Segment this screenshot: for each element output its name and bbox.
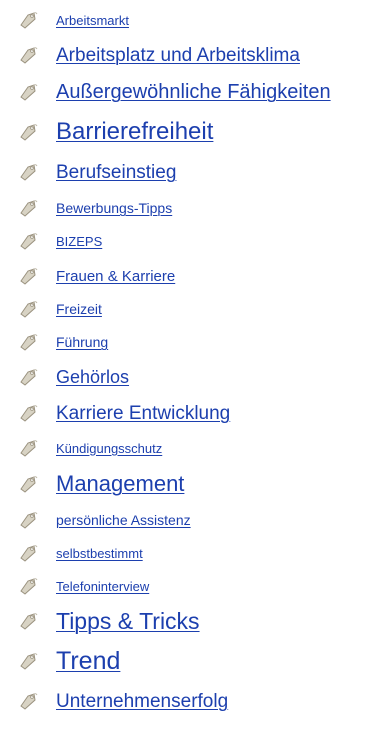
tag-item: Gehörlos	[18, 365, 129, 389]
tag-item: Tipps & Tricks	[18, 609, 200, 633]
tag-link[interactable]: Freizeit	[56, 302, 102, 316]
tag-icon	[18, 266, 38, 286]
tag-link[interactable]: Unternehmenserfolg	[56, 692, 228, 711]
tag-icon	[18, 299, 38, 319]
tag-link[interactable]: Tipps & Tricks	[56, 609, 200, 633]
tag-icon	[18, 438, 38, 458]
tag-link[interactable]: Bewerbungs-Tipps	[56, 201, 172, 215]
tag-item: Kündigungsschutz	[18, 436, 162, 460]
tag-item: BIZEPS	[18, 229, 102, 253]
tag-icon	[18, 543, 38, 563]
tag-icon	[18, 198, 38, 218]
tag-item: Freizeit	[18, 297, 102, 321]
tag-link[interactable]: selbstbestimmt	[56, 547, 143, 560]
tag-link[interactable]: Frauen & Karriere	[56, 269, 175, 284]
tag-item: Führung	[18, 330, 108, 354]
tag-link[interactable]: persönliche Assistenz	[56, 513, 191, 527]
tag-link[interactable]: Gehörlos	[56, 368, 129, 386]
tag-link[interactable]: Berufseinstieg	[56, 163, 176, 182]
tag-item: Management	[18, 472, 184, 496]
tag-icon	[18, 332, 38, 352]
tag-item: Trend	[18, 648, 120, 674]
tag-item: Außergewöhnliche Fähigkeiten	[18, 80, 331, 104]
tag-link[interactable]: Arbeitsmarkt	[56, 14, 129, 27]
tag-item: Barrierefreiheit	[18, 120, 213, 144]
tag-icon	[18, 611, 38, 631]
tag-item: Frauen & Karriere	[18, 264, 175, 288]
tag-icon	[18, 651, 38, 671]
tag-link[interactable]: Kündigungsschutz	[56, 442, 162, 455]
tag-link[interactable]: Außergewöhnliche Fähigkeiten	[56, 82, 331, 102]
tag-link[interactable]: Trend	[56, 648, 120, 674]
tag-item: Arbeitsplatz und Arbeitsklima	[18, 43, 300, 67]
tag-item: Berufseinstieg	[18, 160, 176, 184]
tag-icon	[18, 10, 38, 30]
tag-icon	[18, 122, 38, 142]
tag-icon	[18, 45, 38, 65]
tag-item: selbstbestimmt	[18, 541, 143, 565]
tag-item: persönliche Assistenz	[18, 508, 191, 532]
tag-icon	[18, 231, 38, 251]
tag-icon	[18, 403, 38, 423]
tag-icon	[18, 367, 38, 387]
tag-icon	[18, 576, 38, 596]
tag-link[interactable]: Barrierefreiheit	[56, 120, 213, 144]
tag-link[interactable]: Telefoninterview	[56, 580, 149, 593]
tag-link[interactable]: Management	[56, 473, 184, 495]
tag-item: Bewerbungs-Tipps	[18, 196, 172, 220]
tag-icon	[18, 82, 38, 102]
tag-link[interactable]: Karriere Entwicklung	[56, 404, 230, 423]
tag-link[interactable]: Arbeitsplatz und Arbeitsklima	[56, 46, 300, 65]
tag-link[interactable]: BIZEPS	[56, 235, 102, 248]
tag-item: Telefoninterview	[18, 574, 149, 598]
tag-item: Unternehmenserfolg	[18, 689, 228, 713]
tag-item: Karriere Entwicklung	[18, 401, 230, 425]
tag-icon	[18, 510, 38, 530]
tag-icon	[18, 162, 38, 182]
tag-item: Arbeitsmarkt	[18, 8, 129, 32]
tag-icon	[18, 691, 38, 711]
tag-icon	[18, 474, 38, 494]
tag-link[interactable]: Führung	[56, 335, 108, 349]
